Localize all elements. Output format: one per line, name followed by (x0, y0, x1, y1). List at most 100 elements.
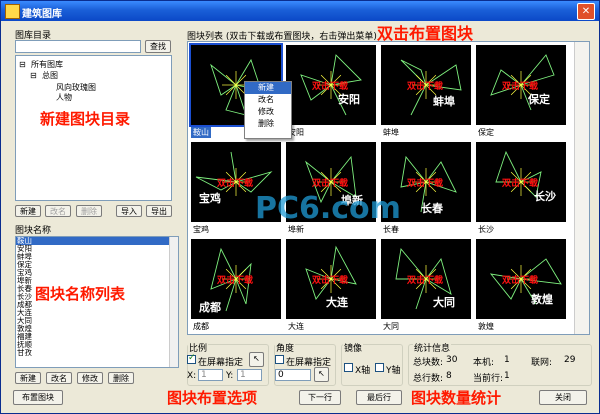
name-new-button[interactable]: 新建 (15, 372, 41, 384)
search-button[interactable]: 查找 (145, 40, 171, 53)
name-list-item[interactable]: 大连 (16, 309, 178, 317)
mirror-label: 镜像 (343, 341, 364, 354)
context-menu-item-delete[interactable]: 删除 (245, 118, 291, 130)
name-list-item[interactable]: 抚顺 (16, 341, 178, 349)
library-tree[interactable]: ⊟ 所有图库 ⊟ 总图 风向玫瑰图 人物 新建图块目录 (15, 55, 172, 201)
block-thumbnail[interactable]: 双击下载成都 (191, 239, 281, 319)
annotation-options: 图块布置选项 (167, 389, 258, 407)
download-watermark: 双击下载 (312, 179, 349, 189)
context-menu: 新建 改名 修改 删除 (244, 81, 292, 139)
name-list-item[interactable]: 蚌埠 (16, 253, 178, 261)
thumbnail-city-label: 大同 (433, 296, 455, 309)
block-caption: 大连 (288, 322, 304, 331)
watermark-logo: PC6.com (255, 191, 401, 226)
name-rename-button[interactable]: 改名 (46, 372, 72, 384)
current-row-label: 当前行: (473, 374, 504, 384)
thumbnail-city-label: 大连 (326, 296, 348, 309)
export-button[interactable]: 导出 (146, 205, 172, 217)
annotation-count: 图块数量统计 (411, 389, 502, 407)
download-watermark: 双击下载 (502, 276, 539, 286)
block-caption: 成都 (193, 322, 209, 331)
angle-input[interactable]: 0 (275, 369, 311, 381)
tree-toggle-icon[interactable]: ⊟ (19, 60, 26, 69)
block-thumbnail[interactable]: 双击下载 保定 (476, 45, 566, 125)
angle-pick-icon[interactable]: ↖ (314, 367, 329, 382)
download-watermark: 双击下载 (407, 179, 444, 189)
title-bar: 建筑图库 ✕ (1, 1, 599, 21)
name-list-item[interactable]: 保定 (16, 261, 178, 269)
scale-pick-icon[interactable]: ↖ (249, 352, 264, 367)
thumbnail-city-label: 敦煌 (531, 293, 553, 306)
scale-checkbox[interactable]: ✓ (187, 353, 196, 364)
download-watermark: 双击下载 (502, 179, 539, 189)
name-delete-button[interactable]: 删除 (108, 372, 134, 384)
name-list-item[interactable]: 宝鸡 (16, 269, 178, 277)
total-rows-value: 8 (446, 371, 452, 381)
mirror-x-checkbox[interactable] (344, 363, 353, 372)
block-thumbnail[interactable]: 双击下载敦煌 (476, 239, 566, 319)
name-list-item[interactable]: 鞍山 (16, 237, 178, 245)
context-menu-item-rename[interactable]: 改名 (245, 94, 291, 106)
angle-checkbox[interactable] (275, 355, 284, 364)
name-list-item[interactable]: 大同 (16, 317, 178, 325)
import-button[interactable]: 导入 (116, 205, 142, 217)
scale-x-input[interactable]: 1 (198, 369, 223, 381)
next-row-button[interactable]: 下一行 (299, 390, 341, 405)
thumbnail-city-label: 蚌埠 (433, 95, 455, 108)
block-thumbnail[interactable]: 双击下载蚌埠 (381, 45, 471, 125)
download-watermark: 双击下载 (217, 276, 254, 286)
name-list-item[interactable]: 敦煌 (16, 325, 178, 333)
context-menu-item-edit[interactable]: 修改 (245, 106, 291, 118)
window-title: 建筑图库 (22, 9, 62, 20)
total-blocks-value: 30 (446, 355, 458, 365)
block-thumbnail[interactable]: 双击下载 大同 (381, 239, 471, 319)
mirror-x-label: X轴 (355, 366, 371, 376)
tree-toggle-icon[interactable]: ⊟ (30, 71, 37, 80)
name-list-item[interactable]: 安阳 (16, 245, 178, 253)
dir-new-button[interactable]: 新建 (15, 205, 41, 217)
tree-item-people[interactable]: 人物 (56, 92, 72, 103)
dir-rename-button[interactable]: 改名 (45, 205, 71, 217)
block-caption: 保定 (478, 128, 494, 137)
name-edit-button[interactable]: 修改 (77, 372, 103, 384)
scale-check-label: 在屏幕指定 (198, 358, 244, 368)
download-watermark: 双击下载 (217, 179, 254, 189)
tree-item-site[interactable]: 总图 (42, 70, 58, 81)
close-button[interactable]: 关闭 (539, 390, 587, 405)
place-block-button[interactable]: 布置图块 (13, 390, 63, 405)
local-label: 本机: (473, 358, 495, 368)
tree-item-all[interactable]: 所有图库 (31, 59, 63, 70)
block-thumbnail[interactable]: 双击下载 长沙 (476, 142, 566, 222)
context-menu-item-new[interactable]: 新建 (245, 82, 291, 94)
block-caption: 鞍山 (191, 127, 211, 138)
current-row-value: 1 (504, 371, 510, 381)
name-list-item[interactable]: 甘孜 (16, 349, 178, 357)
grid-scrollbar[interactable] (574, 42, 589, 334)
name-list-item[interactable]: 福建 (16, 333, 178, 341)
names-label: 图块名称 (15, 226, 52, 236)
dir-delete-button[interactable]: 删除 (76, 205, 102, 217)
download-watermark: 双击下载 (407, 82, 444, 92)
annotation-name-list: 图块名称列表 (35, 285, 126, 303)
annotation-new-dir: 新建图块目录 (40, 110, 131, 128)
network-value: 29 (564, 355, 576, 365)
block-thumbnail[interactable]: 双击下载 大连 (286, 239, 376, 319)
thumbnail-city-label: 保定 (528, 93, 550, 106)
list-scrollbar[interactable] (169, 237, 178, 367)
block-caption: 大同 (383, 322, 399, 331)
block-thumbnail[interactable]: 双击下载 安阳 (286, 45, 376, 125)
app-icon (5, 4, 20, 19)
network-label: 联网: (531, 358, 553, 368)
block-caption: 蚌埠 (383, 128, 399, 137)
thumbnail-city-label: 成都 (199, 301, 221, 314)
total-rows-label: 总行数: (413, 374, 444, 384)
block-name-list[interactable]: 鞍山 安阳 蚌埠 保定 宝鸡 埠新 长春 长沙 成都 大连 大同 敦煌 福建 抚顺 甘孜 图块名称列表 (15, 236, 179, 368)
scale-y-input[interactable]: 1 (237, 369, 262, 381)
last-row-button[interactable]: 最后行 (356, 390, 402, 405)
close-icon[interactable]: ✕ (577, 3, 595, 20)
mirror-y-checkbox[interactable] (375, 363, 384, 372)
library-search-input[interactable] (15, 40, 141, 53)
block-caption: 宝鸡 (193, 225, 209, 234)
scale-x-label: X: (187, 371, 197, 381)
stats-label: 统计信息 (413, 341, 452, 354)
